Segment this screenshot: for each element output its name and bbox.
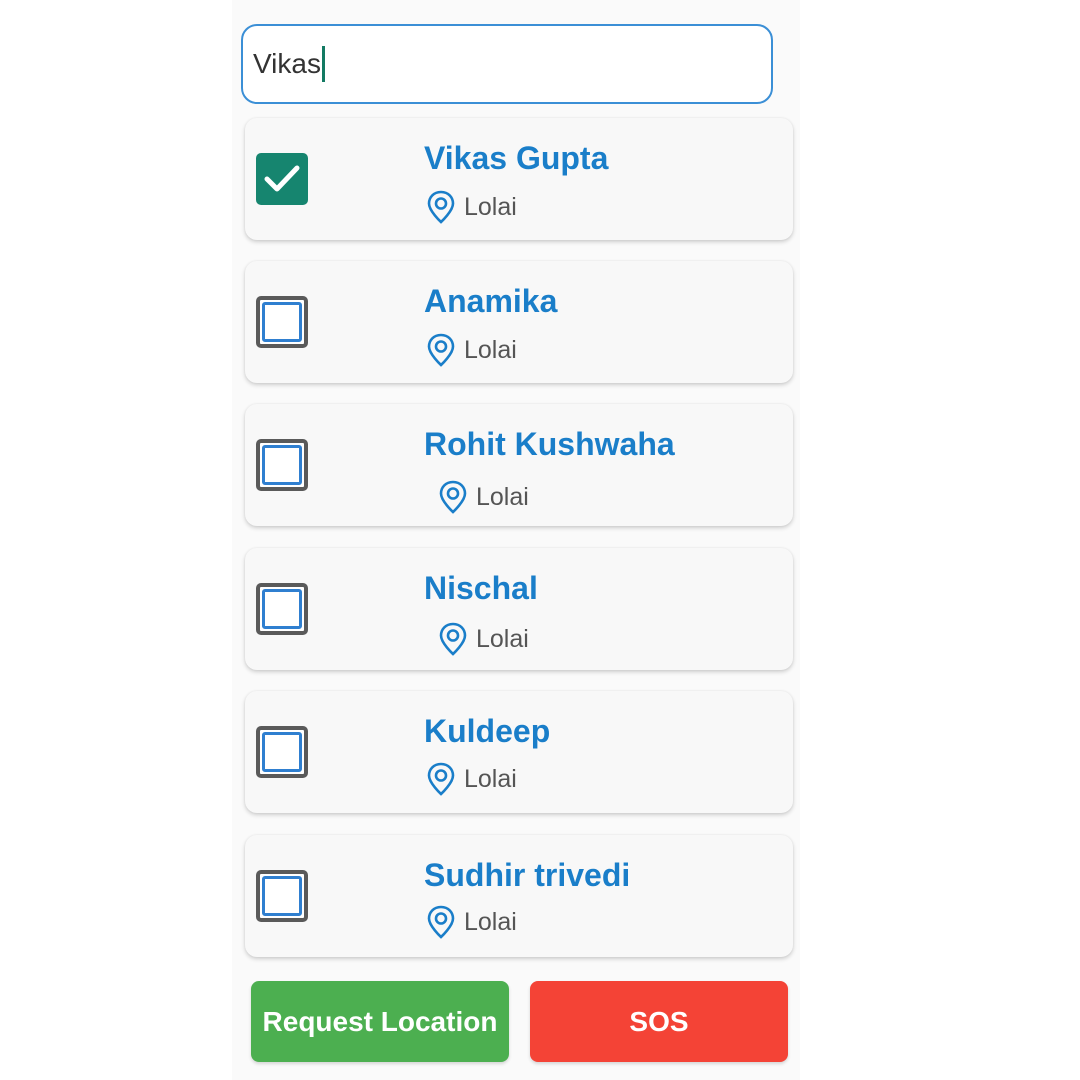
contact-location: Lolai bbox=[438, 480, 529, 514]
contact-name: Sudhir trivedi bbox=[424, 857, 631, 893]
location-pin-icon bbox=[427, 190, 455, 224]
contact-location: Lolai bbox=[426, 333, 517, 367]
sos-button[interactable]: SOS bbox=[530, 981, 788, 1062]
list-item[interactable]: Vikas Gupta Lolai bbox=[245, 118, 793, 240]
search-input-value: Vikas bbox=[253, 48, 321, 79]
location-pin-icon bbox=[439, 480, 467, 514]
contact-name: Nischal bbox=[424, 570, 538, 606]
location-pin-icon bbox=[427, 333, 455, 367]
contact-location: Lolai bbox=[426, 762, 517, 796]
contact-checkbox[interactable] bbox=[256, 153, 308, 205]
list-item[interactable]: Sudhir trivedi Lolai bbox=[245, 835, 793, 957]
location-label: Lolai bbox=[476, 482, 529, 511]
contact-name: Vikas Gupta bbox=[424, 140, 609, 176]
search-field[interactable]: Vikas bbox=[241, 24, 773, 104]
location-pin-icon bbox=[439, 622, 467, 656]
location-pin-icon bbox=[427, 762, 455, 796]
contact-checkbox[interactable] bbox=[256, 870, 308, 922]
location-label: Lolai bbox=[464, 335, 517, 364]
contact-name: Anamika bbox=[424, 283, 558, 319]
contact-checkbox[interactable] bbox=[256, 726, 308, 778]
contact-checkbox[interactable] bbox=[256, 296, 308, 348]
contact-name: Rohit Kushwaha bbox=[424, 426, 675, 462]
contact-location: Lolai bbox=[438, 622, 529, 656]
list-item[interactable]: Kuldeep Lolai bbox=[245, 691, 793, 813]
location-label: Lolai bbox=[464, 764, 517, 793]
search-input[interactable]: Vikas bbox=[253, 46, 325, 82]
contact-location: Lolai bbox=[426, 905, 517, 939]
list-item[interactable]: Nischal Lolai bbox=[245, 548, 793, 670]
location-label: Lolai bbox=[476, 624, 529, 653]
contact-location: Lolai bbox=[426, 190, 517, 224]
contact-checkbox[interactable] bbox=[256, 439, 308, 491]
location-pin-icon bbox=[427, 905, 455, 939]
list-item[interactable]: Rohit Kushwaha Lolai bbox=[245, 404, 793, 526]
location-label: Lolai bbox=[464, 907, 517, 936]
list-item[interactable]: Anamika Lolai bbox=[245, 261, 793, 383]
contact-checkbox[interactable] bbox=[256, 583, 308, 635]
location-label: Lolai bbox=[464, 192, 517, 221]
contact-name: Kuldeep bbox=[424, 713, 551, 749]
text-caret bbox=[321, 46, 325, 82]
request-location-button[interactable]: Request Location bbox=[251, 981, 509, 1062]
checkmark-icon bbox=[264, 165, 300, 192]
